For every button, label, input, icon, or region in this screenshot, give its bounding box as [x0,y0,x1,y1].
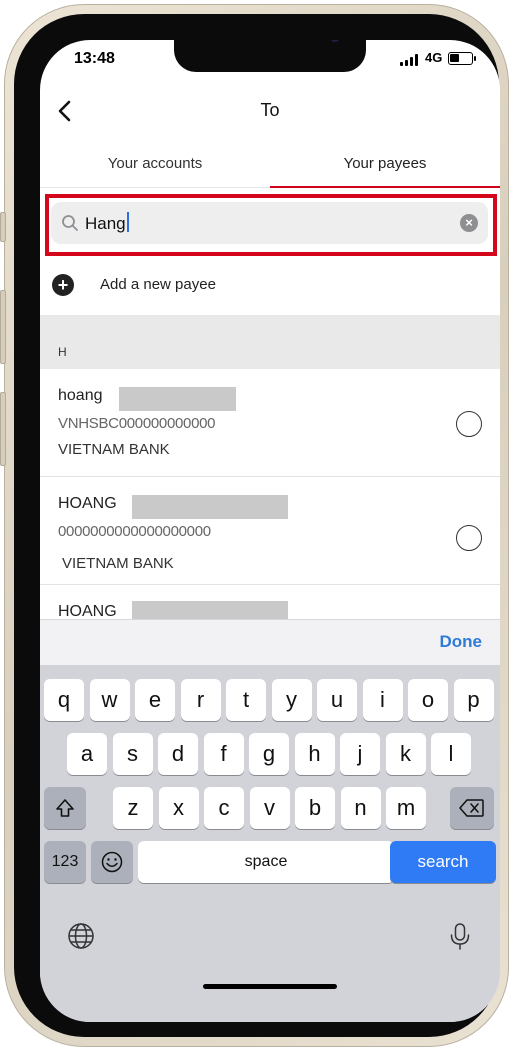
tab-your-accounts[interactable]: Your accounts [40,138,270,188]
search-section: Hang × [40,188,500,260]
key-n[interactable]: n [340,787,381,829]
space-key[interactable]: space [138,841,394,883]
key-s[interactable]: s [112,733,153,775]
payee-name: hoang [58,387,103,404]
battery-tip [474,56,476,61]
key-x[interactable]: x [158,787,199,829]
done-button[interactable]: Done [440,632,483,652]
key-l[interactable]: l [431,733,471,775]
payee-bank: VIETNAM BANK [62,555,174,572]
numbers-key[interactable]: 123 [44,841,86,883]
network-type: 4G [425,50,443,65]
key-d[interactable]: d [158,733,198,775]
keyboard: qwertyuiop asdfghjkl zxcvbnm 123 space s… [40,665,500,1022]
volume-down-button [0,392,6,466]
microphone-icon[interactable] [445,921,475,951]
payee-row[interactable]: HOANG [40,585,500,619]
key-c[interactable]: c [204,787,244,829]
key-i[interactable]: i [362,679,403,721]
backspace-icon[interactable] [450,787,494,829]
key-v[interactable]: v [249,787,290,829]
key-m[interactable]: m [386,787,426,829]
key-e[interactable]: e [135,679,175,721]
key-f[interactable]: f [203,733,244,775]
keyboard-row-3: zxcvbnm [40,787,500,829]
redacted-name [132,601,288,619]
key-y[interactable]: y [271,679,312,721]
keyboard-toolbar: Done [40,619,500,665]
shift-icon[interactable] [44,787,86,829]
phone-screen: 13:48 4G To Your accounts Your payees Ha… [40,40,500,1022]
battery-icon [448,52,473,65]
payee-account: 0000000000000000000 [58,523,211,540]
battery-level [450,54,459,62]
section-header: H [40,315,500,369]
camera [330,40,340,42]
volume-up-button [0,290,6,364]
keyboard-row-4: 123 space search [40,841,500,883]
tab-your-payees[interactable]: Your payees [270,138,500,188]
page-title: To [260,100,280,120]
payee-name: HOANG [58,603,117,619]
key-k[interactable]: k [385,733,426,775]
emoji-icon[interactable] [91,841,133,883]
payee-radio[interactable] [456,411,482,437]
status-time: 13:48 [74,50,115,67]
key-h[interactable]: h [294,733,335,775]
add-new-payee-button[interactable]: + Add a new payee [40,260,500,312]
signal-icon [400,54,418,66]
payee-account: VNHSBC000000000000 [58,415,216,432]
key-j[interactable]: j [340,733,380,775]
payee-row[interactable]: hoang VNHSBC000000000000 VIETNAM BANK [40,369,500,477]
payee-row[interactable]: HOANG 0000000000000000000 VIETNAM BANK [40,477,500,585]
key-a[interactable]: a [67,733,107,775]
search-highlight-box [45,194,497,256]
redacted-name [132,495,288,519]
key-b[interactable]: b [295,787,335,829]
keyboard-row-2: asdfghjkl [40,733,500,775]
globe-icon[interactable] [66,921,96,951]
navigation-bar: To [40,84,500,138]
payee-name: HOANG [58,495,117,512]
plus-circle-icon: + [52,274,74,296]
key-q[interactable]: q [44,679,84,721]
add-new-payee-label: Add a new payee [100,276,216,293]
notch [174,40,366,72]
keyboard-row-1: qwertyuiop [40,679,500,721]
search-key[interactable]: search [390,841,496,883]
payee-bank: VIETNAM BANK [58,441,170,458]
key-w[interactable]: w [89,679,130,721]
tab-bar: Your accounts Your payees [40,138,500,188]
payee-radio[interactable] [456,525,482,551]
key-p[interactable]: p [453,679,494,721]
key-u[interactable]: u [317,679,357,721]
key-g[interactable]: g [249,733,289,775]
key-r[interactable]: r [180,679,221,721]
home-indicator [203,984,337,989]
key-z[interactable]: z [113,787,153,829]
silent-switch [0,212,6,242]
key-t[interactable]: t [226,679,266,721]
section-header-label: H [58,345,67,359]
redacted-name [119,387,236,411]
key-o[interactable]: o [408,679,448,721]
